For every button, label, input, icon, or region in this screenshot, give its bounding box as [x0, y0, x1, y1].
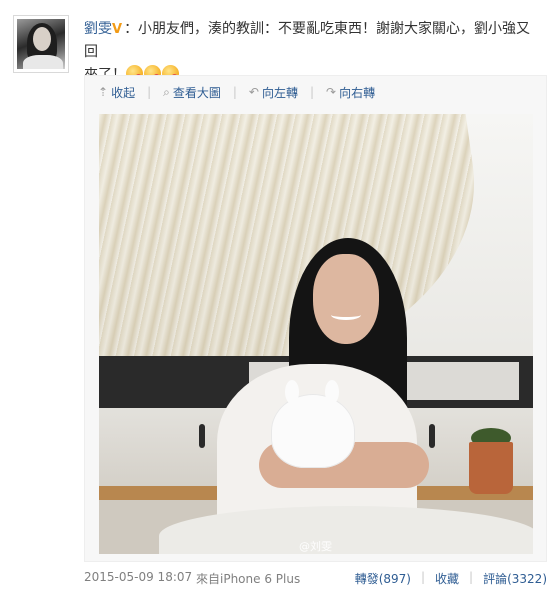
post-footer: 2015-05-09 18:07 來自iPhone 6 Plus 轉發(897)… — [84, 570, 547, 586]
post-actions: 轉發(897) | 收藏 | 評論(3322) — [355, 570, 547, 587]
actions-divider: | — [469, 570, 474, 584]
verified-badge-icon[interactable]: V — [112, 18, 122, 41]
flower-pot — [469, 442, 513, 494]
arrow-up-icon: ⇡ — [98, 85, 109, 99]
avatar[interactable] — [13, 15, 69, 73]
rotate-right-icon: ↷ — [326, 85, 337, 99]
toolbar-divider: | — [147, 85, 152, 99]
person-face — [313, 254, 379, 344]
magnify-icon: ⌕ — [163, 84, 170, 99]
rotate-left-icon: ↶ — [248, 85, 259, 99]
collapse-label: 收起 — [111, 85, 136, 100]
repost-button[interactable]: 轉發(897) — [355, 570, 411, 587]
post-source: 來自iPhone 6 Plus — [196, 572, 301, 586]
view-large-label: 查看大圖 — [172, 85, 221, 100]
photo-watermark: @刘雯 — [299, 540, 332, 553]
bunny-plush — [271, 380, 355, 468]
rotate-left-button[interactable]: ↶ 向左轉 — [249, 84, 298, 101]
post-photo[interactable]: @刘雯 — [99, 114, 533, 554]
favorite-button[interactable]: 收藏 — [435, 570, 459, 587]
post-timestamp[interactable]: 2015-05-09 18:07 — [84, 570, 192, 584]
media-expanded-panel: ⇡ 收起 | ⌕ 查看大圖 | ↶ 向左轉 | ↷ 向右轉 @刘雯 — [84, 75, 547, 562]
toolbar-divider: | — [310, 85, 315, 99]
rotate-right-label: 向右轉 — [339, 85, 376, 100]
view-large-button[interactable]: ⌕ 查看大圖 — [163, 84, 221, 101]
toolbar-divider: | — [232, 85, 237, 99]
rotate-right-button[interactable]: ↷ 向右轉 — [326, 84, 375, 101]
collapse-button[interactable]: ⇡ 收起 — [98, 84, 135, 101]
avatar-image — [17, 19, 65, 69]
actions-divider: | — [420, 570, 426, 584]
post-body-line1: ：小朋友們，湊的教訓：不要亂吃東西！謝謝大家關心，劉小強又回 — [84, 21, 531, 60]
media-toolbar: ⇡ 收起 | ⌕ 查看大圖 | ↶ 向左轉 | ↷ 向右轉 — [98, 84, 375, 100]
author-name[interactable]: 劉雯 — [84, 21, 112, 37]
comment-button[interactable]: 評論(3322) — [483, 570, 547, 587]
rotate-left-label: 向左轉 — [261, 85, 298, 100]
